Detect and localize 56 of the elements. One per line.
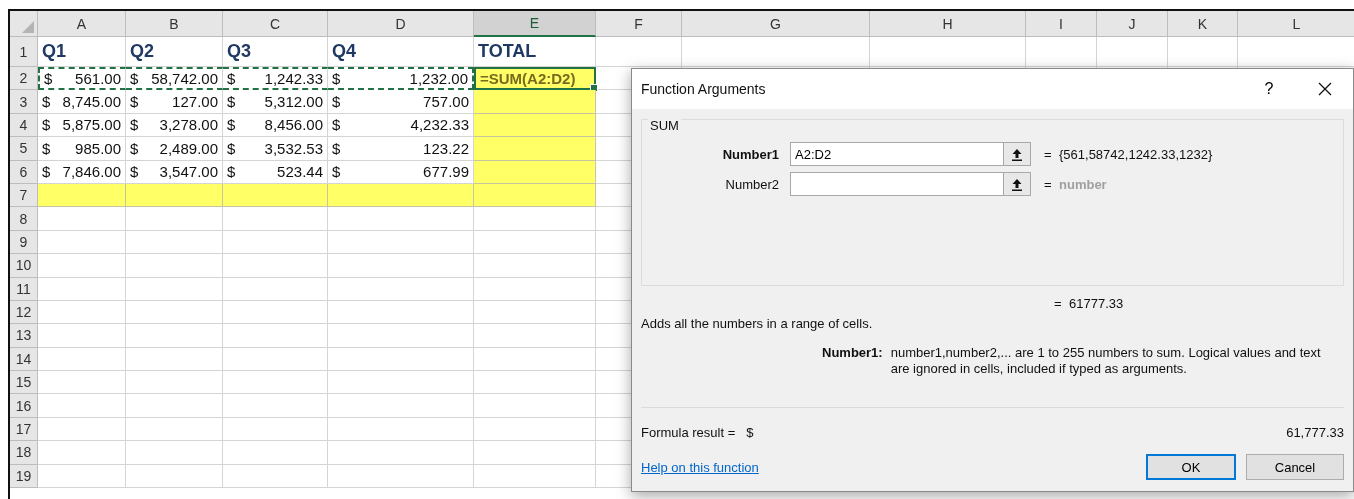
group-label: SUM: [648, 118, 681, 133]
dialog-title: Function Arguments: [641, 81, 767, 97]
currency-symbol: $: [130, 93, 139, 111]
formula-result-value: 61,777.33: [1286, 425, 1344, 440]
cell-value: 5,875.00: [62, 116, 121, 134]
cell-value: 523.44: [277, 163, 323, 181]
cell-value: 127.00: [172, 93, 218, 111]
cell-value: 123.22: [423, 139, 469, 157]
currency-symbol: $: [42, 163, 51, 181]
equals-sign: =: [1054, 295, 1063, 311]
argument-result: number: [1059, 176, 1107, 192]
currency-symbol: $: [332, 93, 341, 111]
cell-value: 757.00: [423, 93, 469, 111]
currency-symbol: $: [746, 425, 755, 440]
cell-value: 8,456.00: [264, 116, 323, 134]
currency-symbol: $: [130, 139, 139, 157]
currency-symbol: $: [130, 163, 139, 181]
formula-result-label: Formula result =: [641, 425, 736, 440]
currency-symbol: $: [332, 139, 341, 157]
currency-symbol: $: [332, 70, 341, 88]
function-description: Adds all the numbers in a range of cells.: [641, 316, 874, 331]
cell-value: 5,312.00: [264, 93, 323, 111]
currency-symbol: $: [332, 116, 341, 134]
cell-value: 3,532.53: [264, 139, 323, 157]
currency-symbol: $: [44, 70, 53, 88]
cell-value: 985.00: [75, 139, 121, 157]
cell-value: 2,489.00: [159, 139, 218, 157]
currency-symbol: $: [130, 116, 139, 134]
cell-value: 3,278.00: [159, 116, 218, 134]
argument-help-text: number1,number2,... are 1 to 255 numbers to sum. Logical values and text are ignored in cells, included if typed as arguments.: [890, 345, 1321, 377]
currency-symbol: $: [227, 163, 236, 181]
cell-value: 561.00: [75, 70, 121, 88]
cell-value: 58,742.00: [151, 70, 218, 88]
argument-label: Number1: [721, 146, 780, 162]
currency-symbol: $: [227, 139, 236, 157]
argument-help-label: Number1:: [822, 345, 883, 362]
currency-symbol: $: [42, 116, 51, 134]
cell-value: 8,745.00: [62, 93, 121, 111]
currency-symbol: $: [42, 93, 51, 111]
currency-symbol: $: [130, 70, 139, 88]
currency-symbol: $: [42, 139, 51, 157]
currency-symbol: $: [227, 93, 236, 111]
cell-value: 1,232.00: [409, 70, 468, 88]
currency-symbol: $: [227, 116, 236, 134]
equals-sign: =: [1044, 146, 1053, 162]
cell-value: 4,232.33: [410, 116, 469, 134]
argument-label: Number2: [724, 176, 780, 192]
function-result: 61777.33: [1069, 295, 1124, 311]
currency-symbol: $: [227, 70, 236, 88]
cell-value: 7,846.00: [62, 163, 121, 181]
currency-symbol: $: [332, 163, 341, 181]
cell-value: 677.99: [423, 163, 469, 181]
cell-value: 3,547.00: [159, 163, 218, 181]
argument-result: {561,58742,1242.33,1232}: [1059, 146, 1213, 162]
cell-value: 1,242.33: [264, 70, 323, 88]
equals-sign: =: [1044, 176, 1053, 192]
